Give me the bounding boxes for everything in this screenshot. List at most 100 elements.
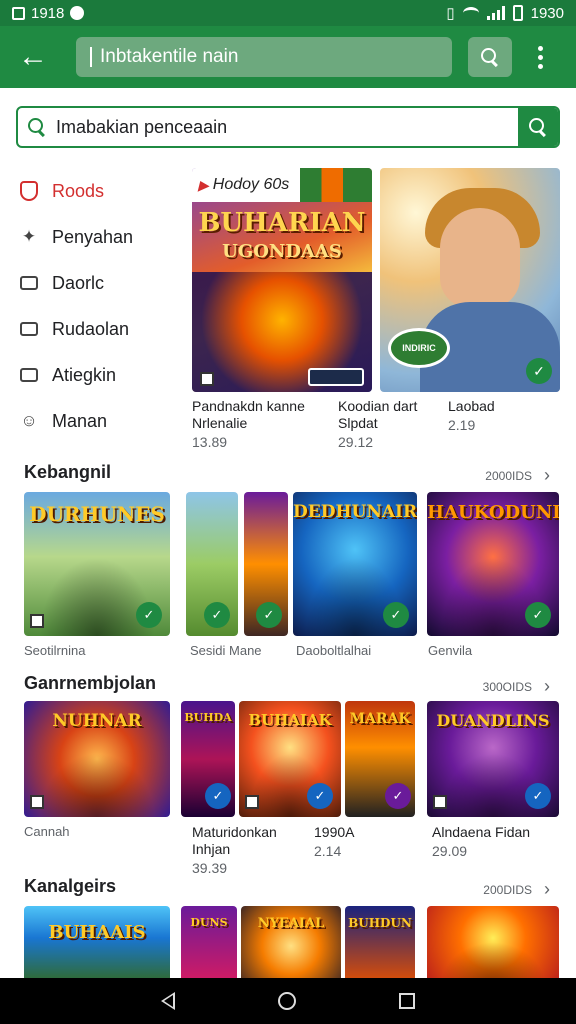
game-price: 2.19 xyxy=(448,417,476,433)
search-icon xyxy=(529,118,547,136)
check-icon: ✓ xyxy=(136,602,162,628)
game-art-title: BUHDUN xyxy=(348,916,412,930)
game-tile[interactable]: DEDHUNAIR ✓ xyxy=(293,492,417,636)
section-more-link[interactable]: 200DIDS › xyxy=(483,879,550,900)
search-bar[interactable]: Imabakian penceaain xyxy=(16,106,560,148)
text-cursor xyxy=(90,47,92,67)
section-more-link[interactable]: 2000IDS › xyxy=(485,465,550,486)
game-art-title: DEDHUNAIR xyxy=(293,502,417,522)
app-bar: ← Inbtakentile nain xyxy=(0,26,576,88)
nav-back-icon[interactable] xyxy=(161,992,176,1010)
sidebar-item-roods[interactable]: Roods xyxy=(18,168,183,214)
status-bar: 1918 ▯ 1930 xyxy=(0,0,576,26)
search-icon xyxy=(481,48,499,66)
sidebar-item-label: Atiegkin xyxy=(52,364,117,385)
search-submit-button[interactable] xyxy=(518,108,558,146)
section-title: Kanalgeirs xyxy=(24,876,117,896)
category-sidebar: Roods ✦ Penyahan Daorlc Rudaolan Atiegki… xyxy=(18,168,183,444)
game-art-title: BUHARIAN UGONDAAS xyxy=(198,208,366,262)
back-button[interactable]: ← xyxy=(10,34,56,80)
game-price: 13.89 xyxy=(192,434,228,450)
game-tile[interactable]: BUHDA ✓ xyxy=(181,701,235,817)
sparkle-icon: ✦ xyxy=(21,227,37,246)
list-item[interactable]: Alndaena Fidan 29.09 xyxy=(432,824,562,860)
sidebar-item-label: Roods xyxy=(52,180,105,201)
gamepad-icon xyxy=(20,276,38,290)
status-time-left: 1918 xyxy=(31,4,65,22)
check-icon: ✓ xyxy=(204,602,230,628)
emoji-icon: ☺ xyxy=(20,411,38,430)
rating-badge-icon xyxy=(245,795,259,809)
calendar-icon xyxy=(20,322,38,336)
sidebar-item-manan[interactable]: ☺ Manan xyxy=(18,398,183,444)
featured-game-card[interactable]: ▶ Hodoy 60s BUHARIAN UGONDAAS xyxy=(192,168,372,392)
sidebar-item-daorlc[interactable]: Daorlc xyxy=(18,260,183,306)
sidebar-item-atiegkin[interactable]: Atiegkin xyxy=(18,352,183,398)
top-search-value: Inbtakentile nain xyxy=(100,46,239,67)
game-price: 29.12 xyxy=(338,434,374,450)
game-art-title: NUHNAR xyxy=(52,711,142,731)
search-input[interactable]: Imabakian penceaain xyxy=(56,117,518,138)
tile-caption: Daoboltlalhai xyxy=(296,643,372,658)
featured-item-caption[interactable]: Pandnakdn kanne Nrlenalie 13.89 xyxy=(192,398,332,451)
game-name: Pandnakdn kanne Nrlenalie xyxy=(192,398,305,431)
nav-recents-icon[interactable] xyxy=(398,993,415,1009)
section-more-link[interactable]: 300OIDS › xyxy=(483,676,550,697)
card-strip-text: Hodoy 60s xyxy=(212,176,290,193)
game-tile[interactable]: DUANDLINS ✓ xyxy=(427,701,559,817)
tile-caption: Genvila xyxy=(428,643,473,658)
game-tile[interactable]: NYEAIAL xyxy=(241,906,341,986)
check-icon: ✓ xyxy=(525,602,551,628)
game-tile[interactable]: MARAK ✓ xyxy=(345,701,415,817)
arrow-left-icon: ← xyxy=(18,40,48,73)
battery-icon xyxy=(512,5,523,21)
chevron-right-icon: › xyxy=(544,879,550,899)
list-item[interactable]: Maturidonkan Inhjan 39.39 xyxy=(192,824,312,877)
sidebar-item-label: Manan xyxy=(52,410,108,431)
game-tile[interactable]: BUHAIAK ✓ xyxy=(239,701,341,817)
sidebar-item-rudaolan[interactable]: Rudaolan xyxy=(18,306,183,352)
list-item[interactable]: 1990A 2.14 xyxy=(314,824,414,860)
game-badge: INDIRIC xyxy=(388,328,450,368)
game-art-title: BUHAIAK xyxy=(248,711,332,729)
top-search-field[interactable]: Inbtakentile nain xyxy=(76,37,452,77)
more-vert-icon xyxy=(537,45,543,51)
nav-home-icon[interactable] xyxy=(277,992,296,1010)
game-art-title: HAUKODUNI xyxy=(427,502,559,523)
featured-game-card[interactable]: INDIRIC ✓ xyxy=(380,168,560,392)
check-icon: ✓ xyxy=(256,602,282,628)
more-options-button[interactable] xyxy=(530,45,550,69)
wifi-icon xyxy=(462,7,479,19)
featured-item-caption[interactable]: Laobad 2.19 xyxy=(448,398,548,434)
game-tile[interactable]: DURHUNES ✓ xyxy=(24,492,170,636)
game-tile[interactable]: BUHDUN xyxy=(345,906,415,986)
game-tile[interactable] xyxy=(427,906,559,986)
check-icon: ✓ xyxy=(205,783,231,809)
rating-badge-icon xyxy=(200,372,214,386)
game-tile[interactable]: ✓ xyxy=(186,492,238,636)
top-search-button[interactable] xyxy=(468,37,512,77)
vibrate-icon: ▯ xyxy=(446,5,455,22)
game-tile[interactable]: DUNS xyxy=(181,906,237,986)
brand-logo xyxy=(308,368,364,386)
sidebar-item-penyahan[interactable]: ✦ Penyahan xyxy=(18,214,183,260)
featured-item-caption[interactable]: Koodian dart Slpdat 29.12 xyxy=(338,398,428,451)
rating-badge-icon xyxy=(30,795,44,809)
game-tile[interactable]: HAUKODUNI ✓ xyxy=(427,492,559,636)
sidebar-item-label: Daorlc xyxy=(52,272,105,293)
check-icon: ✓ xyxy=(525,783,551,809)
section-title: Ganrnembjolan xyxy=(24,673,157,693)
chevron-right-icon: › xyxy=(544,465,550,485)
status-time-right: 1930 xyxy=(530,4,564,22)
image-icon xyxy=(12,6,25,20)
game-tile[interactable]: NUHNAR xyxy=(24,701,170,817)
sidebar-item-label: Penyahan xyxy=(52,226,134,247)
check-icon: ✓ xyxy=(385,783,411,809)
game-art-title: BUHAAIS xyxy=(48,922,146,943)
game-price: 39.39 xyxy=(192,860,228,876)
tile-caption: Sesidi Mane xyxy=(190,643,262,658)
game-tile[interactable]: BUHAAIS xyxy=(24,906,170,986)
check-icon: ✓ xyxy=(383,602,409,628)
game-tile[interactable]: ✓ xyxy=(244,492,288,636)
shield-icon xyxy=(20,181,38,201)
